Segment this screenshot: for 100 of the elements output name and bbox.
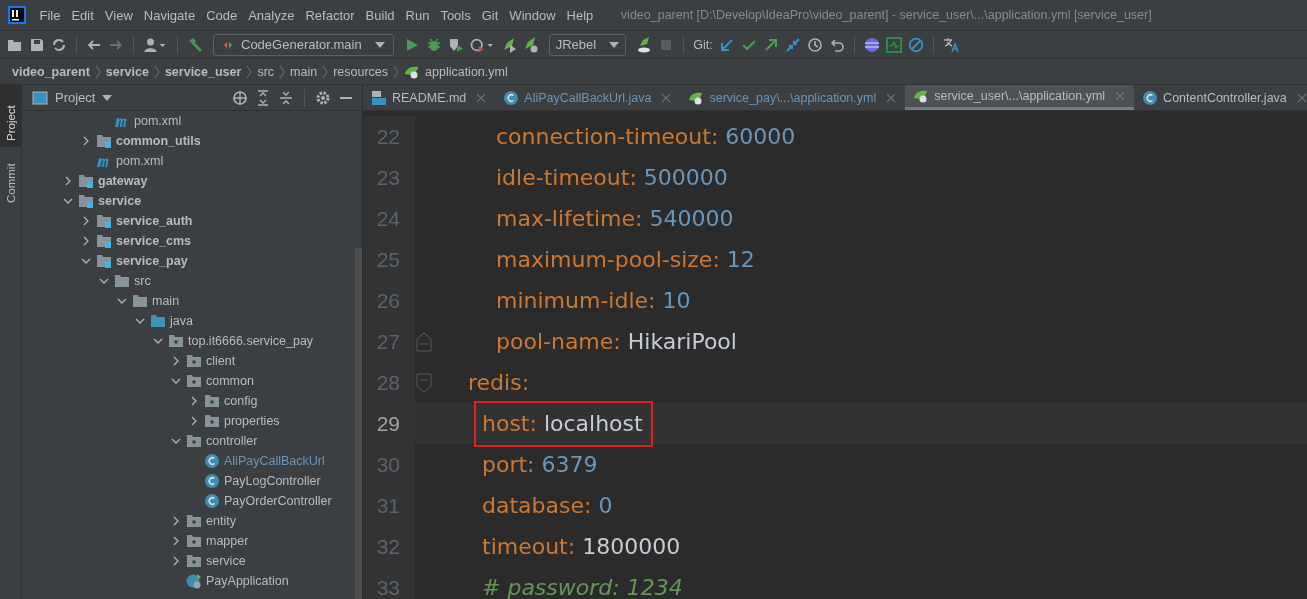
chevron-icon xyxy=(279,64,286,79)
editor-tab[interactable]: service_user\...\application.yml xyxy=(905,85,1135,110)
chevron-icon[interactable] xyxy=(81,216,91,226)
clock-dropdown-icon[interactable] xyxy=(469,36,495,53)
chevron-icon[interactable] xyxy=(171,356,181,366)
menu-item[interactable]: Run xyxy=(400,7,435,23)
scrollbar-thumb[interactable] xyxy=(355,248,362,599)
tree-item[interactable]: pom.xml xyxy=(116,154,164,168)
globe-icon[interactable] xyxy=(863,36,880,53)
hammer-icon[interactable] xyxy=(187,36,203,53)
tree-item[interactable]: main xyxy=(152,294,180,308)
chevron-icon[interactable] xyxy=(171,556,181,566)
tree-item[interactable]: service_cms xyxy=(116,234,192,248)
translate-icon[interactable] xyxy=(942,36,959,53)
menu-item[interactable]: File xyxy=(34,7,66,23)
chevron-icon[interactable] xyxy=(63,196,73,206)
user-dropdown-icon[interactable] xyxy=(143,36,168,53)
save-icon[interactable] xyxy=(29,36,45,53)
editor-tab[interactable]: service_pay\...\application.yml xyxy=(680,85,906,110)
menu-item[interactable]: Window xyxy=(503,7,562,23)
editor-tab[interactable]: README.md xyxy=(363,85,496,110)
tree-item[interactable]: properties xyxy=(224,414,280,428)
chevron-icon[interactable] xyxy=(189,416,199,426)
breadcrumb-item[interactable]: service_user xyxy=(164,64,242,79)
chevron-icon[interactable] xyxy=(171,436,181,446)
menu-item[interactable]: Tools xyxy=(434,7,477,23)
jrebel-dropdown[interactable]: JRebel xyxy=(548,33,627,56)
editor-tab[interactable]: AliPayCallBackUrl.java xyxy=(495,85,681,110)
chevron-icon[interactable] xyxy=(117,296,127,306)
chevron-icon[interactable] xyxy=(189,396,199,406)
menu-item[interactable]: Build xyxy=(360,7,400,23)
chevron-icon[interactable] xyxy=(81,236,91,246)
chevron-icon[interactable] xyxy=(171,516,181,526)
refresh-icon[interactable] xyxy=(51,36,67,53)
tree-item[interactable]: common xyxy=(206,374,254,388)
expand-all-icon[interactable] xyxy=(255,89,271,106)
collapse-all-icon[interactable] xyxy=(278,89,294,106)
breadcrumb-item[interactable]: service xyxy=(105,64,149,79)
menu-item[interactable]: Analyze xyxy=(242,7,300,23)
tree-item[interactable]: PayApplication xyxy=(206,574,289,588)
tree-item[interactable]: PayLogController xyxy=(224,474,321,488)
tree-item[interactable]: controller xyxy=(206,434,258,448)
run-config-dropdown[interactable]: CodeGenerator.main xyxy=(213,33,394,56)
rocket-cloud-icon[interactable] xyxy=(636,36,653,53)
menu-item[interactable]: Navigate xyxy=(138,7,201,23)
menu-item[interactable]: Git xyxy=(476,7,504,23)
update-arrow-icon[interactable] xyxy=(718,36,735,53)
menu-item[interactable]: Edit xyxy=(65,7,100,23)
tree-item[interactable]: common_utils xyxy=(116,134,201,148)
breadcrumb-item[interactable]: src xyxy=(257,64,275,79)
bug-icon[interactable] xyxy=(425,36,442,53)
chevron-icon[interactable] xyxy=(63,176,73,186)
fold-marker-icon[interactable] xyxy=(416,372,432,393)
side-tab[interactable]: Project xyxy=(0,85,21,147)
menu-item[interactable]: Refactor xyxy=(299,7,361,23)
menu-item[interactable]: View xyxy=(99,7,139,23)
menu-item[interactable]: Code xyxy=(200,7,243,23)
chevron-icon[interactable] xyxy=(153,336,163,346)
chevron-icon[interactable] xyxy=(81,136,91,146)
tree-item[interactable]: mapper xyxy=(206,534,249,548)
tree-item[interactable]: service xyxy=(206,554,246,568)
chevron-icon[interactable] xyxy=(81,256,91,266)
tree-item[interactable]: AliPayCallBackUrl xyxy=(224,454,325,468)
chevron-icon[interactable] xyxy=(171,376,181,386)
tree-item[interactable]: service xyxy=(98,194,142,208)
rocket-bug-icon[interactable] xyxy=(522,36,539,53)
folder-icon xyxy=(132,293,148,309)
breadcrumb-item[interactable]: application.yml xyxy=(425,64,508,79)
breadcrumb-item[interactable]: video_parent xyxy=(12,64,90,79)
tree-item[interactable]: gateway xyxy=(98,174,148,188)
chevron-icon[interactable] xyxy=(99,276,109,286)
tree-item[interactable]: pom.xml xyxy=(134,114,182,128)
settings-icon[interactable] xyxy=(315,89,331,106)
tree-item[interactable]: entity xyxy=(206,514,236,528)
fold-marker-icon[interactable] xyxy=(416,331,432,352)
tree-item[interactable]: service_auth xyxy=(116,214,193,228)
tree-item[interactable]: java xyxy=(170,314,193,328)
tree-item[interactable]: config xyxy=(224,394,258,408)
crosshair-icon[interactable] xyxy=(232,89,248,106)
caret-icon[interactable] xyxy=(102,94,113,101)
chevron-icon[interactable] xyxy=(171,536,181,546)
editor-tab[interactable]: ContentController.java xyxy=(1134,85,1307,110)
side-tab[interactable]: Commit xyxy=(0,147,21,209)
tree-item[interactable]: PayOrderController xyxy=(224,494,332,508)
merge-arrows-icon[interactable] xyxy=(784,36,801,53)
monitor-icon[interactable] xyxy=(885,36,902,53)
project-view-dropdown[interactable]: Project xyxy=(55,90,96,105)
menu-item[interactable]: Help xyxy=(561,7,599,23)
chevron-icon[interactable] xyxy=(135,316,145,326)
breadcrumb-item[interactable]: main xyxy=(290,64,318,79)
shield-run-icon[interactable] xyxy=(447,36,464,53)
tree-item[interactable]: service_pay xyxy=(116,254,188,268)
tree-item[interactable]: src xyxy=(134,274,151,288)
undo-icon[interactable] xyxy=(828,36,845,53)
clock-icon[interactable] xyxy=(806,36,823,53)
tree-item[interactable]: client xyxy=(206,354,236,368)
breadcrumb-item[interactable]: resources xyxy=(333,64,389,79)
package-icon xyxy=(186,533,202,549)
prohibited-icon[interactable] xyxy=(907,36,924,53)
tree-item[interactable]: top.it6666.service_pay xyxy=(188,334,314,348)
